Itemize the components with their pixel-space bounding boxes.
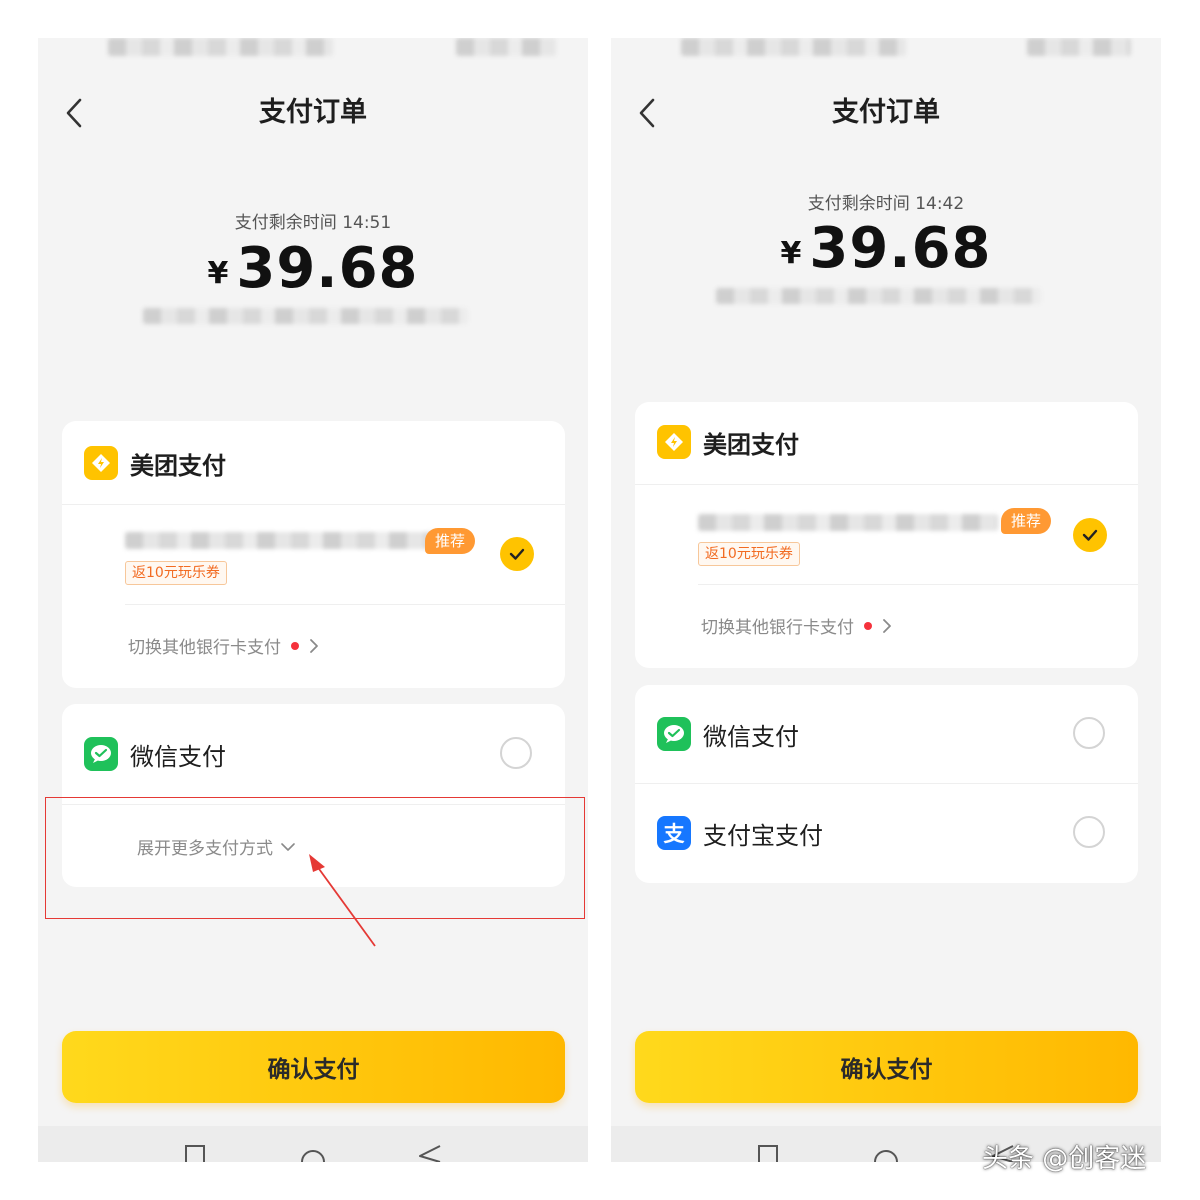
payment-amount: ¥39.68 bbox=[611, 216, 1161, 281]
amount-value: 39.68 bbox=[809, 216, 992, 281]
system-nav-bar bbox=[38, 1126, 588, 1162]
alipay-icon: 支 bbox=[657, 816, 691, 850]
recommend-tag: 推荐 bbox=[425, 528, 476, 554]
checkmark-icon bbox=[509, 548, 525, 560]
nav-triangle-icon[interactable] bbox=[418, 1144, 442, 1162]
blurred-status-info bbox=[681, 38, 906, 56]
confirm-pay-button[interactable]: 确认支付 bbox=[62, 1031, 565, 1103]
nav-circle-icon[interactable] bbox=[873, 1144, 899, 1162]
divider bbox=[635, 484, 1138, 485]
alipay-radio[interactable] bbox=[1073, 816, 1105, 848]
page-title: 支付订单 bbox=[832, 97, 940, 128]
switch-bank-card-link[interactable]: 切换其他银行卡支付 bbox=[701, 613, 892, 638]
payment-amount: ¥39.68 bbox=[38, 236, 588, 301]
nav-square-icon[interactable] bbox=[184, 1144, 206, 1162]
other-payment-card: 微信支付 支 支付宝支付 bbox=[635, 685, 1138, 883]
divider bbox=[698, 584, 1138, 585]
meituan-pay-card: 美团支付 推荐 返10元玩乐券 切换其他银行卡支付 bbox=[635, 402, 1138, 668]
blurred-status-icons bbox=[456, 38, 556, 56]
selected-check[interactable] bbox=[500, 537, 534, 571]
coupon-tag: 返10元玩乐券 bbox=[125, 561, 227, 585]
wechat-pay-option[interactable]: 微信支付 bbox=[657, 716, 799, 752]
meituan-pay-title: 美团支付 bbox=[703, 430, 799, 459]
divider bbox=[635, 783, 1138, 784]
meituan-pay-icon bbox=[84, 446, 118, 480]
alipay-title: 支付宝支付 bbox=[703, 821, 823, 850]
divider bbox=[125, 604, 565, 605]
alipay-option[interactable]: 支 支付宝支付 bbox=[657, 815, 823, 851]
meituan-pay-icon bbox=[657, 425, 691, 459]
wechat-radio[interactable] bbox=[500, 737, 532, 769]
wechat-pay-icon bbox=[84, 737, 118, 771]
phone-screen-before: 支付订单 支付剩余时间 14:51 ¥39.68 美团支付 推荐 返10元玩乐券… bbox=[38, 38, 588, 1162]
page-title: 支付订单 bbox=[259, 97, 367, 128]
currency-symbol: ¥ bbox=[207, 256, 229, 291]
watermark-text: 头条 @创客迷 bbox=[982, 1144, 1147, 1174]
blurred-status-info bbox=[108, 38, 333, 56]
recommend-tag: 推荐 bbox=[1001, 508, 1052, 534]
wechat-radio[interactable] bbox=[1073, 717, 1105, 749]
phone-screen-after: 支付订单 支付剩余时间 14:42 ¥39.68 美团支付 推荐 返10元玩乐券… bbox=[611, 38, 1161, 1162]
selected-check[interactable] bbox=[1073, 518, 1107, 552]
switch-bank-card-label: 切换其他银行卡支付 bbox=[701, 618, 854, 638]
notification-dot bbox=[864, 621, 872, 630]
blurred-merchant-name bbox=[716, 288, 1041, 304]
chevron-right-icon bbox=[883, 618, 891, 633]
switch-bank-card-link[interactable]: 切换其他银行卡支付 bbox=[128, 633, 319, 658]
payment-countdown: 支付剩余时间 14:51 bbox=[234, 213, 392, 233]
meituan-pay-title: 美团支付 bbox=[130, 451, 226, 480]
switch-bank-card-label: 切换其他银行卡支付 bbox=[128, 638, 281, 658]
wechat-pay-title: 微信支付 bbox=[130, 742, 226, 771]
blurred-bank-card bbox=[125, 532, 440, 549]
nav-circle-icon[interactable] bbox=[300, 1144, 326, 1162]
annotation-arrow-icon bbox=[309, 854, 376, 947]
amount-value: 39.68 bbox=[236, 236, 419, 301]
payment-countdown: 支付剩余时间 14:42 bbox=[807, 194, 965, 214]
status-bar bbox=[38, 38, 588, 60]
blurred-status-icons bbox=[1027, 38, 1131, 56]
checkmark-icon bbox=[1082, 529, 1098, 541]
blurred-merchant-name bbox=[143, 308, 468, 324]
wechat-pay-title: 微信支付 bbox=[703, 722, 799, 751]
coupon-tag: 返10元玩乐券 bbox=[698, 542, 800, 566]
divider bbox=[62, 504, 565, 505]
nav-square-icon[interactable] bbox=[757, 1144, 779, 1162]
chevron-right-icon bbox=[310, 638, 318, 653]
wechat-pay-icon bbox=[657, 717, 691, 751]
meituan-pay-header: 美团支付 bbox=[657, 424, 799, 460]
status-bar bbox=[611, 38, 1161, 60]
notification-dot bbox=[291, 641, 299, 650]
confirm-pay-button[interactable]: 确认支付 bbox=[635, 1031, 1138, 1103]
meituan-pay-card: 美团支付 推荐 返10元玩乐券 切换其他银行卡支付 bbox=[62, 421, 565, 688]
meituan-pay-header: 美团支付 bbox=[84, 445, 226, 481]
wechat-pay-option[interactable]: 微信支付 bbox=[84, 736, 226, 772]
blurred-bank-card bbox=[698, 514, 998, 531]
currency-symbol: ¥ bbox=[780, 236, 802, 271]
